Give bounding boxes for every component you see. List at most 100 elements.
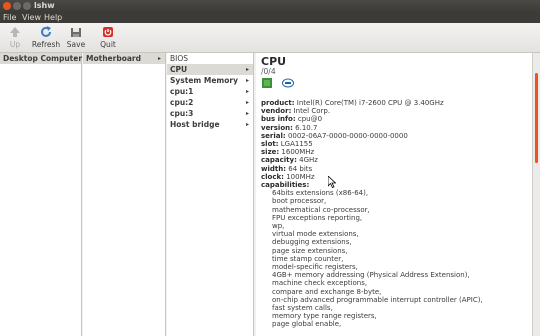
property-row: capabilities: — [261, 181, 309, 189]
quit-icon — [103, 27, 113, 37]
property-key: clock: — [261, 172, 284, 181]
list-item-host-bridge[interactable]: Host bridge ▸ — [167, 119, 253, 130]
scrollbar-thumb[interactable] — [535, 73, 538, 163]
detail-pane: CPU /0/4 product: Intel(R) Core(TM) i7-2… — [256, 53, 532, 336]
list-item-bios[interactable]: BIOS — [167, 53, 253, 64]
property-row: bus info: cpu@0 — [261, 115, 322, 123]
window-title: lshw — [34, 1, 55, 10]
menu-bar: File View Help — [0, 12, 540, 23]
toolbar: Up Refresh Save Quit — [0, 23, 540, 53]
minimize-window-button[interactable] — [13, 2, 21, 10]
quit-button-label: Quit — [100, 40, 116, 49]
property-row: width: 64 bits — [261, 165, 312, 173]
capability-item: boot processor, — [272, 197, 327, 206]
expand-arrow-icon: ▸ — [245, 121, 249, 128]
mouse-pointer-icon — [328, 176, 336, 188]
up-button-label: Up — [9, 40, 21, 49]
up-button[interactable]: Up — [5, 25, 25, 51]
capability-item: mathematical co-processor, — [272, 205, 370, 214]
list-item-label: Desktop Computer — [3, 54, 83, 63]
property-key: size: — [261, 148, 280, 157]
property-key: slot: — [261, 140, 279, 148]
expand-arrow-icon: ▸ — [245, 66, 249, 73]
capability-item: virtual mode extensions, — [272, 230, 359, 239]
property-key: bus info: — [261, 115, 296, 124]
detail-scrollbar[interactable] — [532, 53, 540, 336]
property-value: 64 bits — [288, 164, 313, 173]
refresh-button-label: Refresh — [31, 40, 61, 49]
list-item-label: Motherboard — [86, 54, 141, 63]
property-key: serial: — [261, 131, 286, 140]
property-row: slot: LGA1155 — [261, 140, 313, 148]
property-key: product: — [261, 99, 295, 107]
expand-arrow-icon: ▸ — [245, 110, 249, 117]
property-row: size: 1600MHz — [261, 148, 314, 156]
list-item-cpu-3[interactable]: cpu:3 ▸ — [167, 108, 253, 119]
list-item-desktop-computer[interactable]: Desktop Computer ▸ — [0, 53, 83, 64]
property-value: Intel(R) Core(TM) i7-2600 CPU @ 3.40GHz — [296, 99, 444, 107]
capability-item: fast system calls, — [272, 304, 333, 312]
property-key: width: — [261, 164, 287, 173]
property-row: vendor: Intel Corp. — [261, 107, 330, 115]
list-item-label: cpu:3 — [170, 109, 194, 118]
save-button-label: Save — [66, 40, 86, 49]
property-value: LGA1155 — [280, 140, 313, 148]
capability-item: machine check exceptions, — [272, 279, 368, 288]
list-item-motherboard[interactable]: Motherboard ▸ — [83, 53, 165, 64]
list-item-label: cpu:2 — [170, 98, 194, 107]
menu-help[interactable]: Help — [44, 13, 62, 22]
property-value: 4GHz — [299, 156, 318, 165]
capability-item: model-specific registers, — [272, 263, 358, 271]
property-value: cpu@0 — [297, 115, 323, 124]
expand-arrow-icon: ▸ — [245, 99, 249, 106]
list-item-label: CPU — [170, 65, 188, 74]
menu-view[interactable]: View — [22, 13, 41, 22]
save-button[interactable]: Save — [65, 25, 87, 51]
capability-item: time stamp counter, — [272, 254, 344, 263]
property-row: clock: 100MHz — [261, 173, 315, 181]
list-item-cpu[interactable]: CPU ▸ — [167, 64, 253, 75]
property-key: vendor: — [261, 107, 292, 116]
maximize-window-button[interactable] — [23, 2, 31, 10]
capability-item: memory type range registers, — [272, 312, 377, 321]
property-value: 100MHz — [286, 172, 315, 181]
property-row: product: Intel(R) Core(TM) i7-2600 CPU @… — [261, 99, 444, 107]
title-bar: lshw — [0, 0, 540, 12]
capability-item: page size extensions, — [272, 246, 348, 255]
property-value: Intel Corp. — [293, 107, 331, 116]
capability-item: on-chip advanced programmable interrupt … — [272, 295, 483, 304]
property-key: version: — [261, 123, 293, 132]
property-value: 0002-06A7-0000-0000-0000-0000 — [287, 131, 408, 140]
save-icon — [71, 28, 81, 37]
list-item-cpu-1[interactable]: cpu:1 ▸ — [167, 86, 253, 97]
capability-item: 64bits extensions (x86-64), — [272, 189, 369, 198]
expand-arrow-icon: ▸ — [73, 55, 77, 62]
list-item-system-memory[interactable]: System Memory ▸ — [167, 75, 253, 86]
capability-item: FPU exceptions reporting, — [272, 213, 363, 222]
device-column-2: Motherboard ▸ — [83, 53, 166, 336]
list-item-label: cpu:1 — [170, 87, 194, 96]
expand-arrow-icon: ▸ — [157, 55, 161, 62]
property-key: capabilities: — [261, 181, 310, 189]
property-row: version: 6.10.7 — [261, 124, 317, 132]
property-value: 1600MHz — [281, 148, 315, 157]
close-window-button[interactable] — [3, 2, 11, 10]
quit-button[interactable]: Quit — [97, 25, 119, 51]
refresh-icon — [41, 26, 51, 37]
property-row: capacity: 4GHz — [261, 156, 318, 164]
capability-item: 4GB+ memory addressing (Physical Address… — [272, 271, 470, 280]
list-item-label: System Memory — [170, 76, 238, 85]
list-item-label: BIOS — [170, 54, 189, 63]
device-column-1: Desktop Computer ▸ — [0, 53, 82, 336]
capability-item: compare and exchange 8-byte, — [272, 287, 382, 296]
menu-file[interactable]: File — [3, 13, 16, 22]
intel-logo-icon — [282, 78, 294, 88]
refresh-button[interactable]: Refresh — [31, 25, 61, 51]
capability-item: wp, — [272, 222, 285, 230]
property-value: 6.10.7 — [295, 123, 318, 132]
chip-icon — [262, 78, 272, 88]
expand-arrow-icon: ▸ — [245, 77, 249, 84]
list-item-cpu-2[interactable]: cpu:2 ▸ — [167, 97, 253, 108]
property-key: capacity: — [261, 156, 297, 165]
expand-arrow-icon: ▸ — [245, 88, 249, 95]
